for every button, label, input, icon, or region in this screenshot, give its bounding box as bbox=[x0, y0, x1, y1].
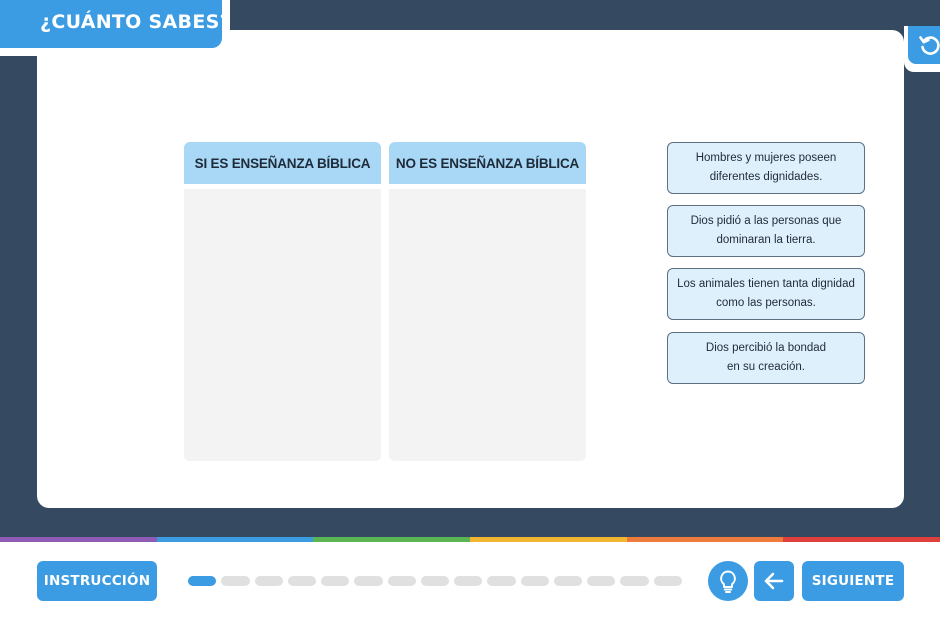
progress-step bbox=[653, 576, 682, 586]
progress-step bbox=[387, 576, 416, 586]
rainbow-divider bbox=[0, 537, 940, 542]
progress-step bbox=[520, 576, 549, 586]
progress-step-active bbox=[188, 576, 217, 586]
reset-button[interactable] bbox=[904, 26, 940, 72]
card-text: Hombres y mujeres poseen diferentes dign… bbox=[695, 152, 837, 183]
progress-step bbox=[354, 576, 383, 586]
draggable-card[interactable]: Dios pidió a las personas que dominaran … bbox=[667, 205, 865, 257]
progress-step bbox=[287, 576, 317, 586]
category-column-biblical[interactable]: SI ES ENSEÑANZA BÍBLICA bbox=[184, 142, 381, 461]
progress-step bbox=[587, 576, 616, 586]
page-title: ¿CUÁNTO SABES? bbox=[40, 11, 231, 33]
progress-step bbox=[321, 576, 350, 586]
undo-icon bbox=[919, 36, 940, 55]
card-text: Dios pidió a las personas que dominaran … bbox=[690, 215, 842, 246]
draggable-card[interactable]: Hombres y mujeres poseen diferentes dign… bbox=[667, 142, 865, 194]
instruction-button[interactable]: INSTRUCCIÓN bbox=[37, 561, 157, 601]
column-header: SI ES ENSEÑANZA BÍBLICA bbox=[184, 142, 381, 189]
column-header: NO ES ENSEÑANZA BÍBLICA bbox=[389, 142, 586, 189]
activity-board: SI ES ENSEÑANZA BÍBLICA NO ES ENSEÑANZA … bbox=[37, 26, 940, 508]
hint-button[interactable] bbox=[708, 561, 748, 601]
progress-step bbox=[487, 576, 516, 586]
progress-step bbox=[553, 576, 583, 586]
card-text: Dios percibió la bondad en su creación. bbox=[705, 342, 827, 373]
column-header-label: SI ES ENSEÑANZA BÍBLICA bbox=[194, 155, 371, 171]
arrow-left-icon bbox=[764, 572, 784, 590]
column-header-label: NO ES ENSEÑANZA BÍBLICA bbox=[395, 155, 580, 171]
progress-indicator bbox=[188, 576, 682, 586]
category-column-not-biblical[interactable]: NO ES ENSEÑANZA BÍBLICA bbox=[389, 142, 586, 461]
progress-step bbox=[254, 576, 283, 586]
activity-frame: SI ES ENSEÑANZA BÍBLICA NO ES ENSEÑANZA … bbox=[0, 0, 940, 537]
card-text: Los animales tienen tanta dignidad como … bbox=[677, 278, 855, 309]
drop-zone[interactable] bbox=[184, 189, 381, 461]
progress-step bbox=[221, 576, 250, 586]
lightbulb-icon bbox=[720, 570, 736, 593]
title-banner: ¿CUÁNTO SABES? bbox=[0, 0, 231, 56]
progress-step bbox=[620, 576, 649, 586]
back-button[interactable] bbox=[754, 561, 794, 601]
drop-zone[interactable] bbox=[389, 189, 586, 461]
next-button[interactable]: SIGUIENTE bbox=[802, 561, 904, 601]
draggable-card[interactable]: Los animales tienen tanta dignidad como … bbox=[667, 268, 865, 320]
progress-step bbox=[454, 576, 483, 586]
progress-step bbox=[420, 576, 450, 586]
draggable-card[interactable]: Dios percibió la bondad en su creación. bbox=[667, 332, 865, 384]
